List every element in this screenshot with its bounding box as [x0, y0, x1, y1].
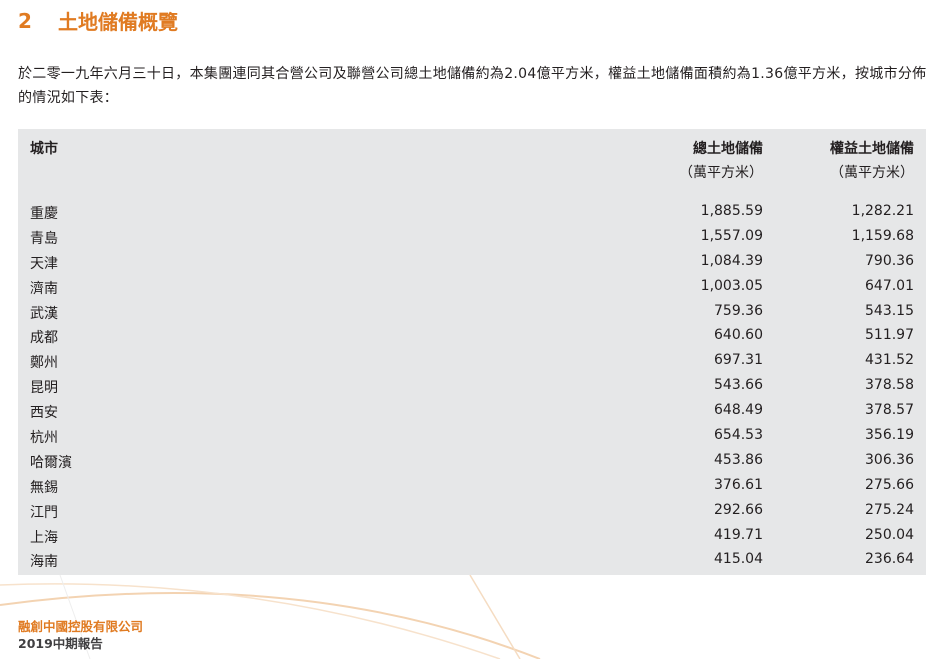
row-city: 江門	[30, 504, 58, 521]
row-equity-reserve: 275.66	[865, 476, 914, 493]
row-total-reserve: 648.49	[714, 402, 763, 419]
row-total-reserve: 654.53	[714, 427, 763, 444]
row-total-reserve: 697.31	[714, 352, 763, 369]
row-equity-reserve: 543.15	[865, 302, 914, 319]
table-row: 濟南 1,003.05 647.01	[18, 276, 926, 301]
row-city: 昆明	[30, 380, 58, 397]
table-row: 無錫 376.61 275.66	[18, 475, 926, 500]
row-equity-reserve: 356.19	[865, 427, 914, 444]
table-row: 杭州 654.53 356.19	[18, 425, 926, 450]
table-body: 重慶 1,885.59 1,282.21 青島 1,557.09 1,159.68 天津 1,…	[18, 201, 926, 574]
row-equity-reserve: 275.24	[865, 501, 914, 518]
row-city: 青島	[30, 230, 58, 247]
row-city: 西安	[30, 405, 58, 422]
row-equity-reserve: 431.52	[865, 352, 914, 369]
header-total-reserve: 總土地儲備	[693, 141, 763, 157]
row-city: 濟南	[30, 280, 58, 297]
section-heading: 2 土地儲備概覽	[18, 6, 178, 35]
header-city: 城市	[30, 141, 58, 157]
row-equity-reserve: 236.64	[865, 551, 914, 568]
table-row: 重慶 1,885.59 1,282.21	[18, 201, 926, 226]
row-equity-reserve: 790.36	[865, 252, 914, 269]
row-city: 上海	[30, 529, 58, 546]
row-city: 海南	[30, 554, 58, 571]
footer-company: 融創中國控股有限公司	[18, 619, 144, 634]
row-city: 鄭州	[30, 355, 58, 372]
row-total-reserve: 1,557.09	[700, 227, 763, 244]
row-equity-reserve: 378.57	[865, 402, 914, 419]
row-total-reserve: 759.36	[714, 302, 763, 319]
row-total-reserve: 376.61	[714, 476, 763, 493]
land-reserve-table: 城市 總土地儲備 權益土地儲備 （萬平方米） （萬平方米） 重慶 1,885.59…	[18, 129, 926, 575]
header-total-unit: （萬平方米）	[679, 165, 763, 181]
table-row: 昆明 543.66 378.58	[18, 375, 926, 400]
row-equity-reserve: 306.36	[865, 451, 914, 468]
row-total-reserve: 640.60	[714, 327, 763, 344]
page-footer: 融創中國控股有限公司 2019中期報告	[18, 618, 143, 652]
intro-paragraph: 於二零一九年六月三十日，本集團連同其合營公司及聯營公司總土地儲備約為2.04億平…	[18, 66, 927, 106]
row-total-reserve: 1,885.59	[700, 203, 763, 219]
row-total-reserve: 292.66	[714, 501, 763, 518]
section-number: 2	[18, 8, 32, 33]
row-city: 重慶	[30, 206, 58, 222]
table-row: 青島 1,557.09 1,159.68	[18, 226, 926, 251]
row-equity-reserve: 250.04	[865, 526, 914, 543]
footer-report: 2019中期報告	[18, 636, 103, 651]
table-row: 海南 415.04 236.64	[18, 549, 926, 574]
row-equity-reserve: 378.58	[865, 377, 914, 394]
row-city: 武漢	[30, 305, 58, 322]
table-row: 武漢 759.36 543.15	[18, 301, 926, 326]
table-row: 江門 292.66 275.24	[18, 500, 926, 525]
table-row: 成都 640.60 511.97	[18, 325, 926, 350]
table-row: 鄭州 697.31 431.52	[18, 350, 926, 375]
row-city: 無錫	[30, 479, 58, 496]
header-equity-reserve: 權益土地儲備	[830, 141, 914, 157]
header-equity-unit: （萬平方米）	[830, 165, 914, 181]
row-total-reserve: 1,003.05	[700, 277, 763, 294]
row-total-reserve: 419.71	[714, 526, 763, 543]
row-equity-reserve: 511.97	[865, 327, 914, 344]
row-city: 成都	[30, 330, 58, 347]
table-header: 城市 總土地儲備 權益土地儲備 （萬平方米） （萬平方米）	[18, 129, 926, 199]
row-city: 杭州	[30, 430, 58, 447]
row-total-reserve: 415.04	[714, 551, 763, 568]
row-equity-reserve: 647.01	[865, 277, 914, 294]
row-total-reserve: 543.66	[714, 377, 763, 394]
row-equity-reserve: 1,282.21	[851, 203, 914, 219]
table-row: 哈爾濱 453.86 306.36	[18, 450, 926, 475]
row-city: 天津	[30, 255, 58, 272]
table-row: 天津 1,084.39 790.36	[18, 251, 926, 276]
table-row: 上海 419.71 250.04	[18, 525, 926, 550]
section-title: 土地儲備概覽	[58, 10, 178, 34]
row-total-reserve: 453.86	[714, 451, 763, 468]
row-total-reserve: 1,084.39	[700, 252, 763, 269]
row-equity-reserve: 1,159.68	[851, 227, 914, 244]
row-city: 哈爾濱	[30, 454, 72, 471]
table-row: 西安 648.49 378.57	[18, 400, 926, 425]
